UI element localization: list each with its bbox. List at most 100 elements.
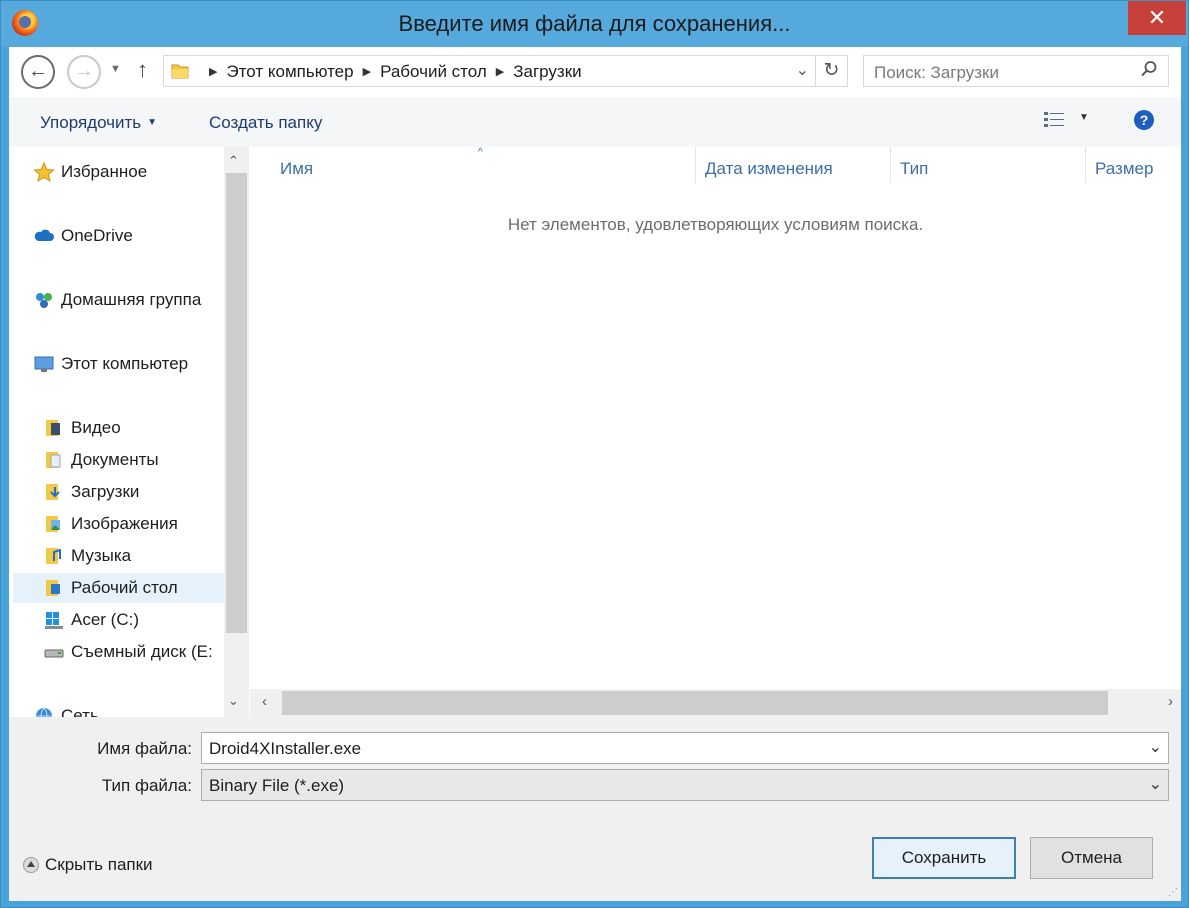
sidebar-item-pictures[interactable]: Изображения [43, 509, 178, 539]
forward-button[interactable]: → [67, 55, 101, 89]
sidebar-item-onedrive[interactable]: OneDrive [33, 221, 133, 251]
dialog-title: Введите имя файла для сохранения... [398, 11, 791, 36]
organize-label: Упорядочить [40, 113, 142, 132]
sidebar-item-label: Этот компьютер [61, 354, 189, 373]
chevron-down-icon[interactable]: ⌄ [1149, 774, 1162, 794]
hide-folders-label: Скрыть папки [45, 855, 153, 874]
chevron-down-icon[interactable]: ⌄ [1149, 737, 1162, 757]
cloud-icon [33, 225, 55, 247]
scroll-left-icon[interactable]: ‹ [262, 693, 267, 710]
video-folder-icon [43, 417, 65, 439]
refresh-icon[interactable]: ↻ [815, 56, 847, 86]
up-button[interactable]: ↑ [137, 57, 148, 83]
sidebar-item-removable-drive[interactable]: Съемный диск (E: [43, 637, 213, 667]
cancel-button[interactable]: Отмена [1030, 837, 1153, 879]
sidebar-item-label: Домашняя группа [61, 290, 202, 309]
sidebar-item-videos[interactable]: Видео [43, 413, 121, 443]
column-divider[interactable] [695, 147, 696, 183]
filename-input[interactable]: Droid4XInstaller.exe ⌄ [201, 732, 1169, 764]
sidebar-item-label: Музыка [71, 546, 132, 565]
sidebar-item-network[interactable]: Сеть [33, 701, 99, 717]
breadcrumb-separator-icon[interactable]: ▶ [209, 62, 217, 82]
sidebar-item-music[interactable]: Музыка [43, 541, 131, 571]
filetype-value: Binary File (*.exe) [209, 776, 345, 795]
breadcrumb: ▶ Этот компьютер ▶ Рабочий стол ▶ Загруз… [200, 62, 582, 82]
sidebar-item-desktop[interactable]: Рабочий стол [13, 573, 224, 603]
scroll-right-icon[interactable]: › [1168, 693, 1173, 710]
column-header-size[interactable]: Размер [1095, 159, 1153, 179]
sidebar-item-documents[interactable]: Документы [43, 445, 159, 475]
save-button[interactable]: Сохранить [872, 837, 1016, 879]
back-button[interactable]: ← [21, 55, 55, 89]
column-header-name[interactable]: Имя [280, 159, 313, 179]
sidebar-item-label: Съемный диск (E: [71, 642, 213, 661]
sidebar-item-drive-c[interactable]: Acer (C:) [43, 605, 139, 635]
save-form-panel: Имя файла: Droid4XInstaller.exe ⌄ Тип фа… [9, 717, 1181, 901]
column-divider[interactable] [1085, 147, 1086, 183]
dialog-client: ← → ▼ ↑ ▶ Этот компьютер ▶ Рабочий стол … [9, 47, 1181, 901]
filename-label: Имя файла: [97, 739, 192, 758]
recent-locations-chevron-icon[interactable]: ▼ [110, 63, 121, 75]
title-bar[interactable]: Введите имя файла для сохранения... ✕ [1, 1, 1188, 47]
file-list[interactable]: ^ Имя Дата изменения Тип Размер Нет элем… [250, 147, 1181, 717]
breadcrumb-item-computer[interactable]: Этот компьютер [226, 62, 353, 82]
computer-icon [33, 353, 55, 375]
hide-folders-button[interactable]: Скрыть папки [23, 855, 153, 875]
music-folder-icon [43, 545, 65, 567]
network-icon [33, 705, 55, 717]
windows-drive-icon [43, 609, 65, 631]
help-button[interactable]: ? [1134, 110, 1154, 130]
sidebar-item-favorites[interactable]: Избранное [33, 157, 147, 187]
scroll-down-icon[interactable]: ⌄ [228, 693, 239, 709]
sidebar-item-this-pc[interactable]: Этот компьютер [33, 349, 188, 379]
sort-indicator-icon: ^ [478, 147, 483, 158]
empty-list-message: Нет элементов, удовлетворяющих условиям … [507, 215, 924, 234]
view-dropdown-arrow-icon[interactable]: ▼ [1079, 112, 1089, 123]
desktop-folder-icon [43, 577, 65, 599]
search-input[interactable]: Поиск: Загрузки [863, 55, 1169, 87]
command-toolbar: Упорядочить ▼ Создать папку ▼ ? [9, 97, 1181, 147]
navigation-bar: ← → ▼ ↑ ▶ Этот компьютер ▶ Рабочий стол … [9, 47, 1181, 97]
breadcrumb-separator-icon[interactable]: ▶ [363, 62, 371, 82]
documents-folder-icon [43, 449, 65, 471]
column-header-type[interactable]: Тип [900, 159, 928, 179]
sidebar-item-label: Загрузки [71, 482, 140, 501]
downloads-folder-icon [43, 481, 65, 503]
filetype-select[interactable]: Binary File (*.exe) ⌄ [201, 769, 1169, 801]
homegroup-icon [33, 289, 55, 311]
navigation-pane[interactable]: Избранное OneDrive Домашняя группа Этот … [9, 147, 249, 717]
dropdown-arrow-icon: ▼ [147, 117, 158, 128]
folder-icon [171, 64, 189, 79]
address-history-chevron-icon[interactable]: ⌄ [796, 60, 809, 80]
column-divider[interactable] [890, 147, 891, 183]
filename-value: Droid4XInstaller.exe [209, 739, 362, 758]
sidebar-item-homegroup[interactable]: Домашняя группа [33, 285, 201, 315]
save-dialog-window: Введите имя файла для сохранения... ✕ ← … [0, 0, 1189, 908]
organize-menu-button[interactable]: Упорядочить ▼ [40, 113, 157, 133]
breadcrumb-item-desktop[interactable]: Рабочий стол [380, 62, 487, 82]
column-header-date[interactable]: Дата изменения [705, 159, 833, 179]
view-options-icon[interactable] [1043, 110, 1065, 130]
sidebar-item-label: Рабочий стол [71, 578, 178, 597]
navigation-pane-scrollbar[interactable]: ⌃ ⌄ [224, 147, 249, 717]
new-folder-button[interactable]: Создать папку [209, 113, 322, 133]
close-button[interactable]: ✕ [1128, 1, 1186, 35]
address-bar[interactable]: ▶ Этот компьютер ▶ Рабочий стол ▶ Загруз… [163, 55, 848, 87]
sidebar-item-label: Избранное [61, 162, 148, 181]
search-placeholder: Поиск: Загрузки [874, 63, 999, 82]
scrollbar-thumb[interactable] [282, 691, 1108, 715]
sidebar-item-label: Документы [71, 450, 159, 469]
removable-drive-icon [43, 641, 65, 663]
horizontal-scrollbar[interactable]: ‹ › [250, 689, 1181, 717]
resize-grip-icon[interactable]: ⋰ [1168, 887, 1178, 898]
filetype-label: Тип файла: [101, 776, 192, 795]
sidebar-item-downloads[interactable]: Загрузки [43, 477, 139, 507]
scroll-up-icon[interactable]: ⌃ [228, 153, 239, 169]
breadcrumb-separator-icon[interactable]: ▶ [496, 62, 504, 82]
pictures-folder-icon [43, 513, 65, 535]
scrollbar-thumb[interactable] [226, 173, 247, 633]
sidebar-item-label: Видео [71, 418, 121, 437]
collapse-icon [23, 857, 39, 873]
search-icon[interactable] [1140, 60, 1158, 78]
breadcrumb-item-downloads[interactable]: Загрузки [513, 62, 581, 82]
